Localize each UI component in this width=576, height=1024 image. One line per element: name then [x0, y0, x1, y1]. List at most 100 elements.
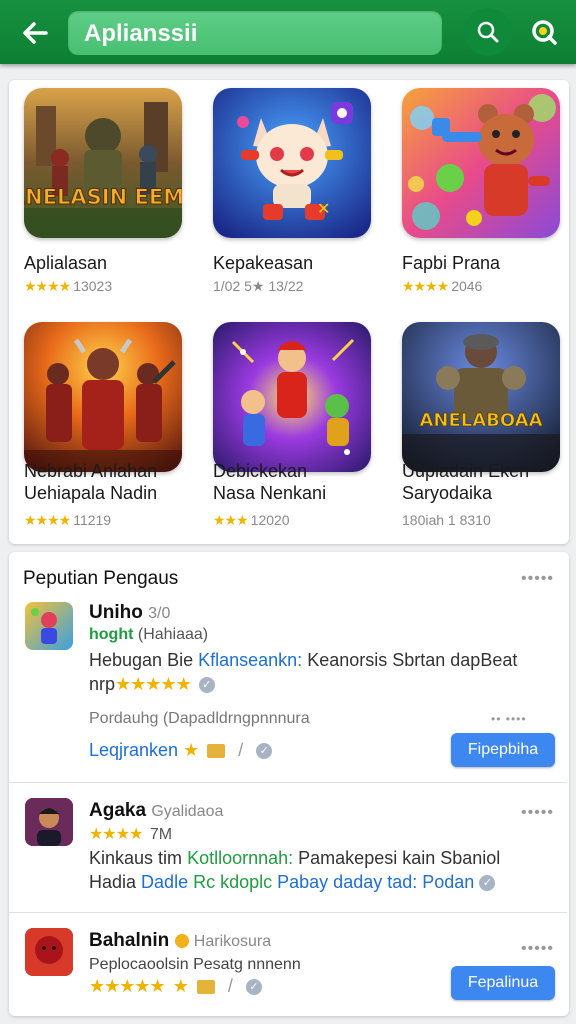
game-tile-4[interactable]: [24, 322, 182, 472]
item-3-more-icon[interactable]: •••••: [521, 940, 554, 958]
section-more-icon[interactable]: •••••: [521, 570, 554, 588]
section-card: Peputian Pengaus ••••• Uniho 3/0 hoght (…: [9, 552, 569, 1016]
search-input[interactable]: Aplianssii: [68, 11, 442, 55]
game-rating-2: 1/02 5★ 13/22: [213, 278, 303, 295]
game-name-4-line2: Uehiapala Nadin: [24, 483, 158, 503]
item-2-avatar[interactable]: [25, 798, 73, 846]
verified-icon: ✓: [198, 677, 215, 694]
item-1-title: Uniho 3/0: [89, 602, 170, 624]
star-icon: ★: [183, 740, 199, 760]
item-1-rating-row: nrp★★★★★ ✓: [89, 674, 215, 695]
item-1-stars: ★★★★★: [115, 674, 192, 694]
item-1-description: Hebugan Bie Kflanseankn: Keanorsis Sbrta…: [89, 650, 517, 671]
item-1-line1-b: Kflanseankn:: [198, 650, 303, 670]
app-bar: Aplianssii: [0, 0, 576, 64]
game-name-6-line1: Uupiadain Eken: [402, 461, 530, 481]
game-rating-1: ★★★★ 13023: [24, 278, 112, 295]
item-3-avatar[interactable]: [25, 928, 73, 976]
game-rating-4: ★★★★ 11219: [24, 512, 111, 529]
item-3-action-button[interactable]: Fepalinua: [451, 966, 555, 1000]
game-tile-3[interactable]: [402, 88, 560, 238]
game-rating-6: 180iah 1 8310: [402, 512, 491, 528]
item-3-title-text: Bahalnin: [89, 930, 170, 951]
game-rating-3: ★★★★ 2046: [402, 278, 482, 295]
verified-icon: ✓: [256, 743, 273, 760]
gift-icon: [207, 744, 226, 759]
separator: /: [238, 740, 244, 760]
voice-search-button[interactable]: [520, 8, 568, 56]
verified-icon: ✓: [479, 875, 496, 892]
rating-stars-5: ★★★: [213, 512, 249, 528]
item-1-tag-note: (Hahiaaa): [137, 626, 209, 643]
item-2-line1-b: Kotlloornnah:: [187, 848, 294, 868]
lens-search-icon: [532, 20, 557, 45]
search-icon: [477, 21, 499, 43]
gift-icon: [196, 980, 215, 995]
item-1-title-text: Uniho: [89, 602, 143, 623]
item-3-title: Bahalnin Harikosura: [89, 930, 271, 952]
game-tile-2[interactable]: ✕: [213, 88, 371, 238]
item-2-title: Agaka Gyalidaoa: [89, 800, 223, 822]
item-1-more-icon[interactable]: •• ••••: [491, 712, 527, 726]
game-name-5-line1: Debickekan: [213, 461, 308, 481]
separator: /: [227, 976, 233, 996]
game-tile-1-art-text: HANELASIN EEMAE: [24, 185, 182, 209]
item-3-description: Peplocaoolsin Pesatg nnnenn: [89, 956, 301, 973]
item-2-count: 7M: [149, 826, 173, 843]
game-name-5-line2: Nasa Nenkani: [213, 483, 327, 503]
item-3-stars: ★★★★★: [89, 976, 166, 996]
rating-stars-3: ★★★★: [402, 278, 449, 294]
rating-stars-4: ★★★★: [24, 512, 71, 528]
item-1-line2-a: nrp: [89, 674, 116, 694]
rating-count-4: 11219: [73, 512, 112, 528]
divider: [9, 782, 567, 783]
item-1-link[interactable]: Leqjranken: [89, 740, 178, 760]
item-2-line1-c: Pamakepesi kain Sbaniol: [298, 848, 501, 868]
item-2-line2-c: Rc kdoplc: [193, 872, 273, 892]
item-1-meta: Pordauhg (Dapadldrngpnnnura: [89, 710, 310, 727]
item-2-line2-d: Pabay daday tad: Podan: [277, 872, 475, 892]
rating-count-2: 1/02 5★ 13/22: [213, 278, 304, 294]
game-name-4-line1: Nebrabi Anlahan: [24, 461, 158, 481]
rating-count-1: 13023: [73, 278, 113, 294]
item-1-avatar[interactable]: [25, 602, 73, 650]
item-1-line1-a: Hebugan Bie: [89, 650, 194, 670]
item-1-action-button[interactable]: Fipepbiha: [451, 733, 555, 767]
item-2-title-text: Agaka: [89, 800, 147, 821]
game-name-4: Nebrabi Anlahan Uehiapala Nadin: [24, 460, 157, 504]
item-1-title-suffix: 3/0: [148, 605, 171, 622]
game-name-6: Uupiadain Eken Saryodaika: [402, 460, 529, 504]
search-button[interactable]: [464, 8, 512, 56]
rating-count-3: 2046: [451, 278, 483, 294]
game-tile-1[interactable]: HANELASIN EEMAE: [24, 88, 182, 238]
game-tile-5[interactable]: [213, 322, 371, 472]
item-2-title-suffix: Gyalidaoa: [151, 803, 224, 820]
divider: [9, 912, 567, 913]
game-name-1: Aplialasan: [24, 253, 108, 273]
badge-icon: [174, 933, 189, 948]
star-icon: ★: [172, 976, 189, 996]
item-3-title-suffix: Harikosura: [193, 933, 272, 950]
rating-count-6: 180iah 1 8310: [402, 512, 491, 528]
verified-icon: ✓: [245, 979, 262, 996]
game-tile-6-art-text: ANELABOAA: [419, 410, 542, 431]
search-input-value: Aplianssii: [84, 20, 198, 47]
item-2-rating-row: ★★★★ 7M: [89, 824, 172, 844]
back-arrow-icon[interactable]: [18, 16, 52, 50]
game-tile-6[interactable]: ANELABOAA: [402, 322, 560, 472]
item-1-tag: hoght: [89, 626, 134, 643]
game-rating-5: ★★★ 12020: [213, 512, 290, 529]
item-2-line1-a: Kinkaus tim: [89, 848, 183, 868]
item-2-line2-b: Dadle: [141, 872, 189, 892]
game-name-2: Kepakeasan: [213, 253, 314, 273]
item-1-line1-c: Keanorsis Sbrtan dapBeat: [307, 650, 518, 670]
section-title: Peputian Pengaus: [23, 568, 179, 589]
game-name-5: Debickekan Nasa Nenkani: [213, 460, 326, 504]
item-2-description-2: Hadia Dadle Rc kdoplc Pabay daday tad: P…: [89, 872, 496, 893]
rating-count-5: 12020: [250, 512, 290, 528]
svg-text:✕: ✕: [317, 199, 330, 218]
item-3-actions: ★★★★★ ★ / ✓: [89, 976, 262, 997]
item-2-more-icon[interactable]: •••••: [521, 804, 554, 822]
game-name-6-line2: Saryodaika: [402, 483, 493, 503]
rating-stars-1: ★★★★: [24, 278, 71, 294]
